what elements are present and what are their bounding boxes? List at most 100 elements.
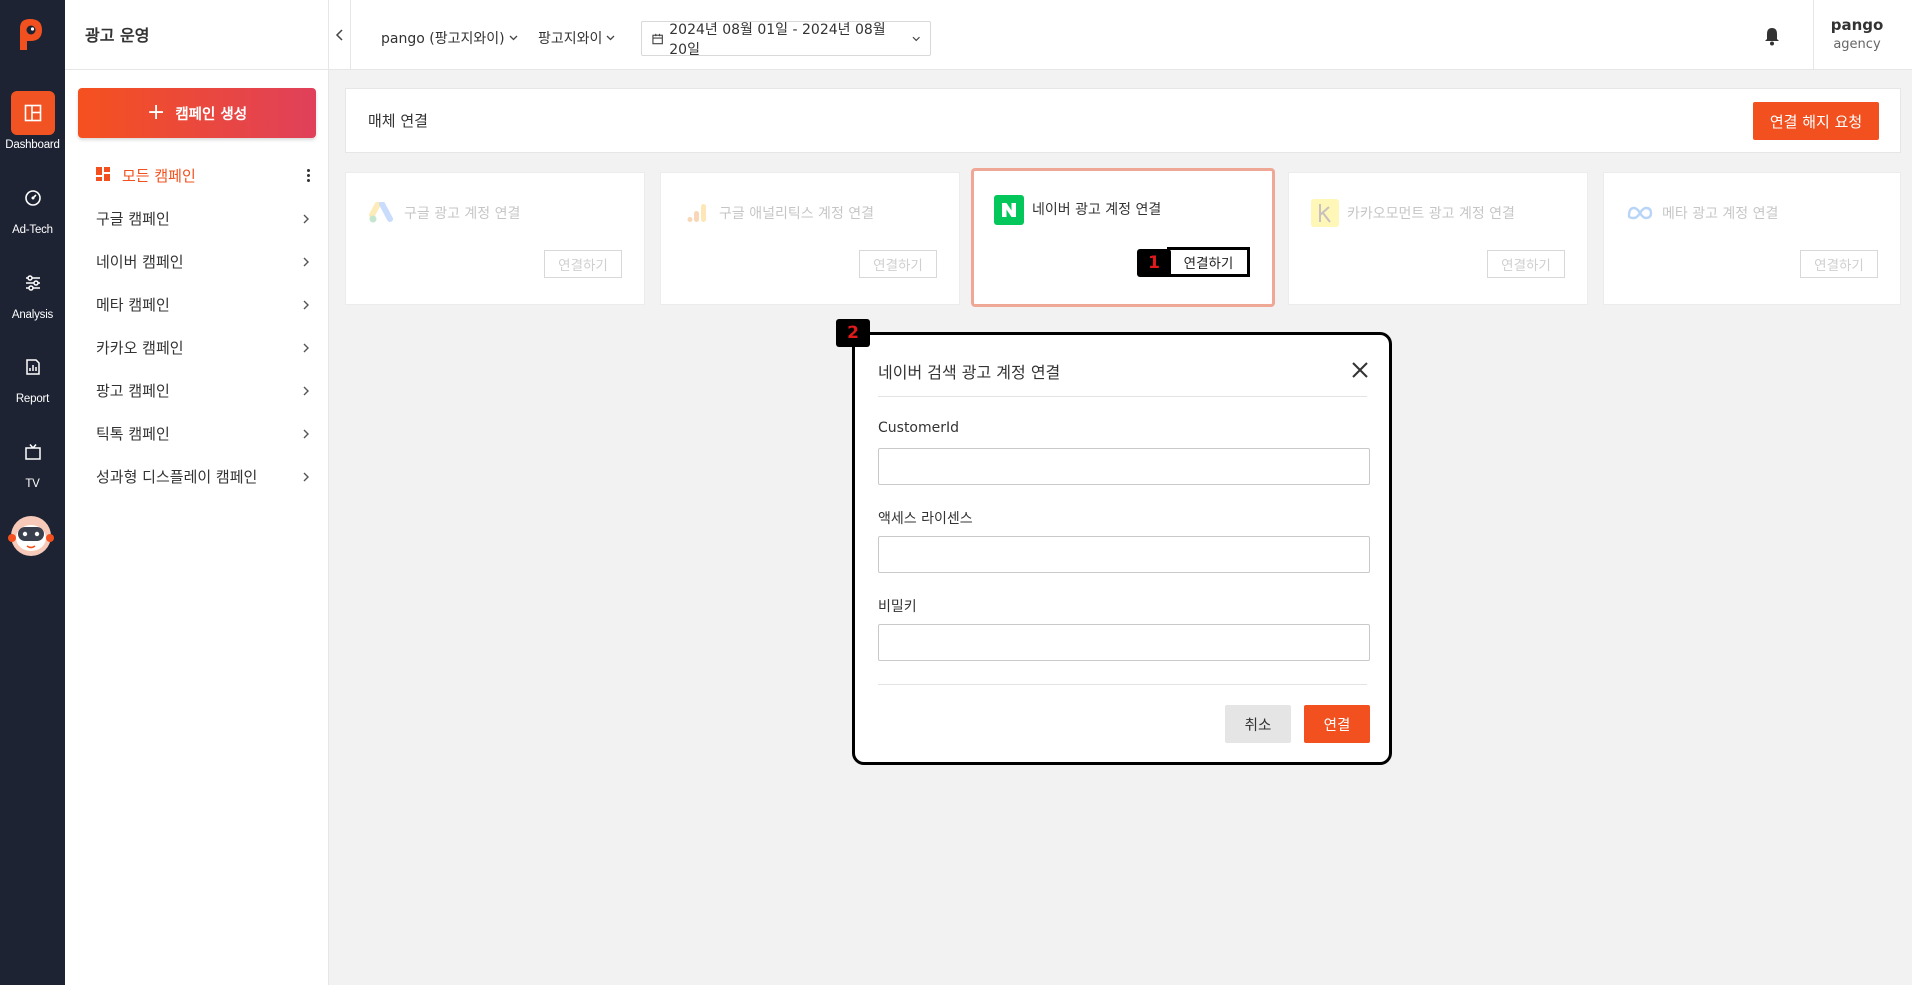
tv-icon [11, 430, 55, 474]
chevron-right-icon [303, 214, 309, 223]
sidebar-item-kakao[interactable]: 카카오 캠페인 [65, 326, 329, 369]
page-title: 매체 연결 [368, 112, 428, 130]
sidebar-item-meta[interactable]: 메타 캠페인 [65, 283, 329, 326]
chevron-right-icon [303, 472, 309, 481]
user-org: agency [1833, 37, 1881, 52]
sidebar-item-google[interactable]: 구글 캠페인 [65, 197, 329, 240]
sidebar-item-label: 카카오 캠페인 [96, 339, 184, 357]
modal-title: 네이버 검색 광고 계정 연결 [878, 363, 1061, 382]
naver-icon [994, 195, 1024, 225]
meta-icon [1626, 199, 1654, 227]
bell-icon[interactable] [1763, 26, 1781, 50]
create-campaign-button[interactable]: + 캠페인 생성 [78, 88, 316, 138]
top-bar: pango (팡고지와이) 팡고지와이 2024년 08월 01일 - 2024… [329, 0, 1912, 70]
sidebar-item-label: 팡고 캠페인 [96, 382, 170, 400]
create-campaign-label: 캠페인 생성 [175, 106, 248, 123]
naver-ads-card: 네이버 광고 계정 연결 연결하기 [971, 168, 1275, 307]
pango-logo[interactable] [14, 16, 48, 52]
sidebar-item-display[interactable]: 성과형 디스플레이 캠페인 [65, 455, 329, 498]
sidebar-item-label: 성과형 디스플레이 캠페인 [96, 468, 258, 486]
dashboard-icon [10, 91, 55, 135]
connect-google-ads-button[interactable]: 연결하기 [544, 250, 622, 278]
chatbot-avatar-icon[interactable] [6, 513, 56, 559]
rail-item-report[interactable]: Report [0, 345, 65, 405]
divider [878, 396, 1367, 397]
connect-google-analytics-button[interactable]: 연결하기 [859, 250, 937, 278]
left-rail: Dashboard Ad-Tech Analysis Report TV [0, 0, 65, 985]
naver-connect-modal: 네이버 검색 광고 계정 연결 CustomerId 액세스 라이센스 비밀키 … [852, 332, 1392, 765]
sliders-icon [11, 261, 55, 305]
kakao-moment-icon [1311, 199, 1339, 227]
rail-label: TV [25, 478, 40, 490]
cancel-button[interactable]: 취소 [1225, 705, 1291, 743]
sidebar-item-pango[interactable]: 팡고 캠페인 [65, 369, 329, 412]
chevron-right-icon [303, 429, 309, 438]
step-badge-2: 2 [836, 319, 870, 347]
sidebar-title: 광고 운영 [65, 0, 328, 70]
media-connection-header: 매체 연결 연결 해지 요청 [345, 88, 1901, 153]
sidebar-item-tiktok[interactable]: 틱톡 캠페인 [65, 412, 329, 455]
user-menu[interactable]: pango agency [1813, 0, 1900, 70]
rail-item-adtech[interactable]: Ad-Tech [0, 176, 65, 236]
secret-key-input[interactable] [878, 624, 1370, 661]
customer-id-input[interactable] [878, 448, 1370, 485]
user-name: pango [1830, 16, 1884, 34]
chevron-right-icon [303, 386, 309, 395]
date-range-value: 2024년 08월 01일 - 2024년 08월 20일 [669, 21, 886, 58]
account-select-value: pango (팡고지와이) [381, 31, 505, 47]
access-license-label: 액세스 라이센스 [878, 511, 973, 527]
sidebar: 광고 운영 + 캠페인 생성 모든 캠페인 구글 캠페인 네이버 캠페인 메타 … [65, 0, 329, 985]
chevron-left-icon [335, 29, 343, 41]
chevron-right-icon [303, 257, 309, 266]
chevron-right-icon [303, 300, 309, 309]
google-analytics-icon [683, 199, 711, 227]
connect-naver-ads-button[interactable]: 연결하기 [1167, 247, 1250, 277]
google-ads-icon [368, 199, 396, 227]
org-select-value: 팡고지와이 [538, 31, 603, 47]
connect-button[interactable]: 연결 [1304, 705, 1370, 743]
date-range-picker[interactable]: 2024년 08월 01일 - 2024년 08월 20일 [641, 21, 931, 58]
meta-ads-card: 메타 광고 계정 연결 연결하기 [1603, 172, 1901, 305]
account-select[interactable]: pango (팡고지와이) [381, 28, 518, 48]
close-icon[interactable] [1351, 361, 1369, 379]
card-title: 구글 광고 계정 연결 [404, 206, 521, 222]
rail-item-analysis[interactable]: Analysis [0, 261, 65, 321]
rail-item-tv[interactable]: TV [0, 430, 65, 490]
sidebar-item-label: 모든 캠페인 [122, 167, 196, 185]
grid-icon [96, 166, 110, 185]
connect-kakao-moment-button[interactable]: 연결하기 [1487, 250, 1565, 278]
collapse-sidebar-button[interactable] [329, 0, 351, 70]
chevron-down-icon [509, 35, 518, 41]
kakao-moment-card: 카카오모먼트 광고 계정 연결 연결하기 [1288, 172, 1588, 305]
divider [878, 684, 1367, 685]
more-options-icon[interactable] [307, 169, 311, 182]
chevron-down-icon [606, 35, 615, 41]
rail-label: Ad-Tech [12, 224, 53, 236]
gauge-icon [11, 176, 55, 220]
connect-meta-button[interactable]: 연결하기 [1800, 250, 1878, 278]
disconnect-request-button[interactable]: 연결 해지 요청 [1753, 102, 1879, 140]
rail-label: Report [15, 393, 50, 405]
access-license-input[interactable] [878, 536, 1370, 573]
secret-key-label: 비밀키 [878, 599, 917, 615]
card-title: 메타 광고 계정 연결 [1662, 206, 1779, 222]
step-badge-1: 1 [1137, 249, 1171, 277]
org-select[interactable]: 팡고지와이 [538, 28, 615, 48]
sidebar-item-label: 구글 캠페인 [96, 210, 170, 228]
plus-icon: + [146, 100, 166, 125]
rail-label: Dashboard [5, 139, 60, 151]
report-icon [11, 345, 55, 389]
card-title: 구글 애널리틱스 계정 연결 [719, 206, 875, 222]
sidebar-item-label: 메타 캠페인 [96, 296, 170, 314]
calendar-icon [652, 33, 663, 44]
customer-id-label: CustomerId [878, 420, 960, 436]
sidebar-item-naver[interactable]: 네이버 캠페인 [65, 240, 329, 283]
google-analytics-card: 구글 애널리틱스 계정 연결 연결하기 [660, 172, 960, 305]
chevron-down-icon [912, 36, 920, 41]
google-ads-card: 구글 광고 계정 연결 연결하기 [345, 172, 645, 305]
chevron-right-icon [303, 343, 309, 352]
rail-item-dashboard[interactable]: Dashboard [0, 91, 65, 151]
rail-label: Analysis [11, 309, 54, 321]
sidebar-item-all-campaigns[interactable]: 모든 캠페인 [65, 154, 329, 197]
campaign-menu: 모든 캠페인 구글 캠페인 네이버 캠페인 메타 캠페인 카카오 캠페인 팡고 … [65, 154, 329, 498]
